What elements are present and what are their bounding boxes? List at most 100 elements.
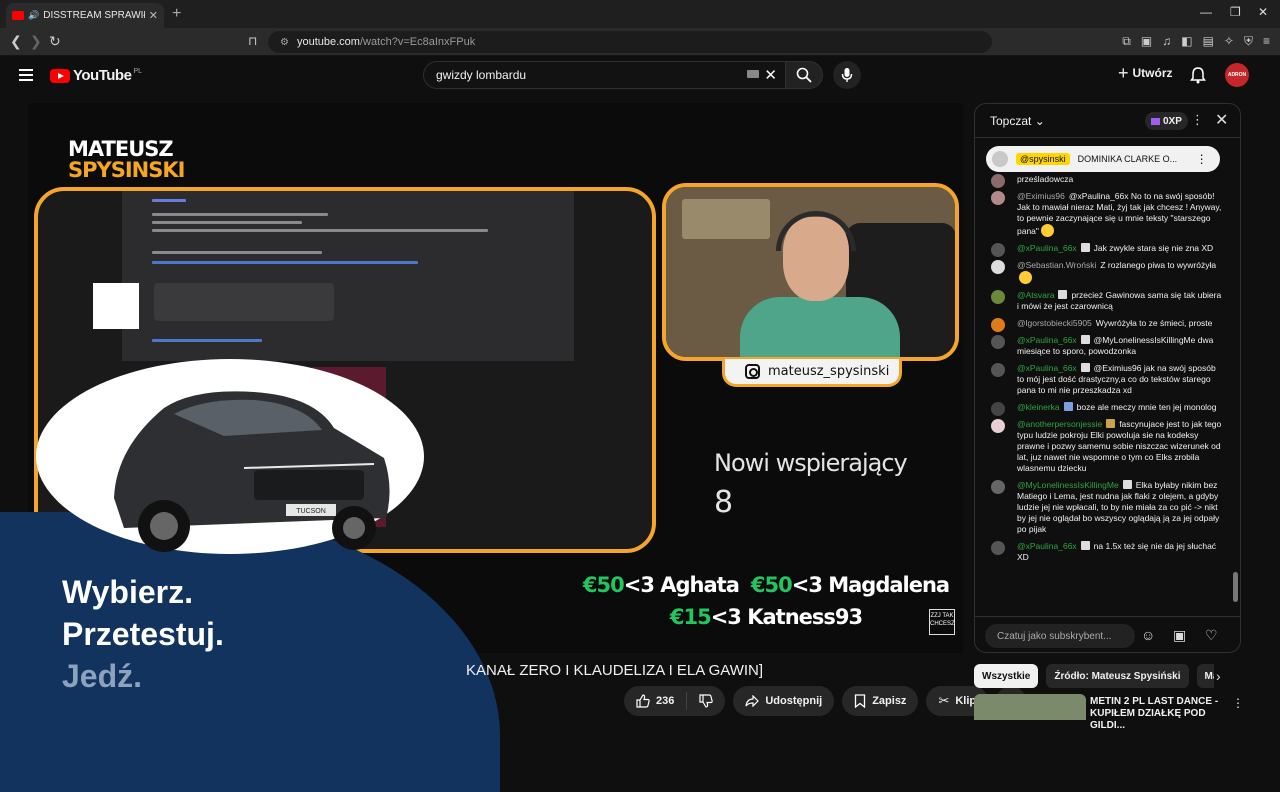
browser-tab[interactable]: 🔊 DISSTREAM SPRAWIŁ, ŻE JD ✕ [6, 3, 164, 28]
donation-amount: €15 [669, 605, 712, 629]
pinned-text: DOMINIKA CLARKE O... [1077, 154, 1178, 164]
chat-message: @xPaulina_66x Jak zwykle stara się nie zn… [975, 243, 1231, 257]
car-plate: TUCSON [296, 508, 326, 515]
pinned-message[interactable]: @spysinski DOMINIKA CLARKE O... ⋮ [986, 146, 1220, 172]
message-text: Wywróżyła to ze śmieci, proste [1095, 318, 1213, 328]
message-author[interactable]: @xPaulina_66x [1017, 335, 1077, 345]
more-options-icon[interactable]: ⋮ [1232, 696, 1244, 710]
back-icon[interactable]: ❮ [10, 33, 22, 50]
message-author[interactable]: @kleinerka [1017, 402, 1060, 412]
vpn-icon[interactable]: ⛨ [1244, 34, 1253, 49]
recommended-video[interactable]: METIN 2 PL LAST DANCE - KUPIŁEM DZIAŁKĘ … [974, 694, 1244, 731]
scrollbar-thumb[interactable] [1233, 572, 1238, 602]
account-avatar[interactable]: ADRON [1225, 63, 1249, 87]
guide-menu-icon[interactable] [19, 69, 33, 81]
url-host: youtube.com [296, 36, 360, 48]
message-author[interactable]: @Sebastian.Wroński [1017, 260, 1096, 270]
address-bar[interactable]: ⚙ youtube.com /watch?v=Ec8aInxFPuk [268, 31, 992, 53]
chat-mode-dropdown[interactable]: Topczat ⌄ [990, 114, 1045, 128]
extensions-icon[interactable]: ⧉ [1122, 34, 1131, 49]
new-tab-button[interactable]: + [172, 5, 181, 23]
chip-source[interactable]: Źródło: Mateusz Spysiński [1046, 664, 1189, 688]
instagram-handle-pill: mateusz_spysinski [722, 359, 902, 387]
member-badge-icon [1106, 419, 1116, 428]
youtube-favicon-icon [12, 11, 24, 20]
wallet-icon[interactable]: ▤ [1203, 34, 1214, 49]
browser-tab-bar: 🔊 DISSTREAM SPRAWIŁ, ŻE JD ✕ + — ❐ ✕ [0, 0, 1280, 28]
chat-input[interactable]: Czatuj jako subskrybent... [985, 624, 1135, 648]
chip-channel[interactable]: Mateusz [1196, 664, 1214, 688]
message-author[interactable]: @xPaulina_66x [1017, 541, 1077, 551]
video-thumbnail[interactable] [974, 694, 1086, 720]
avatar [991, 174, 1005, 188]
avatar [991, 402, 1005, 416]
message-text: Jak zwykle stara się nie zna XD [1093, 243, 1214, 253]
clip-label: Klip [955, 695, 977, 707]
minimize-icon[interactable]: — [1200, 5, 1212, 19]
thumbs-up-icon [636, 694, 650, 708]
video-actions: 236 Udostępnij Zapisz ✂ Klip ••• [624, 686, 1027, 716]
keyboard-icon[interactable] [747, 70, 759, 78]
share-button[interactable]: Udostępnij [733, 686, 835, 716]
avatar [991, 318, 1005, 332]
chat-message: @Atsvara przecież Gawinowa sama się tak u… [975, 290, 1231, 312]
save-button[interactable]: Zapisz [842, 686, 919, 716]
browser-toolbar: ❮ ❯ ↻ ⊓ ⚙ youtube.com /watch?v=Ec8aInxFP… [0, 28, 1280, 56]
save-icon [855, 694, 866, 708]
chevron-right-icon[interactable]: › [1216, 668, 1221, 684]
member-badge-icon [1122, 480, 1132, 489]
live-chat-panel: Topczat ⌄ 0XP ⋮ ✕ @spysinski DOMINIKA CL… [974, 103, 1241, 653]
search-button[interactable] [785, 61, 823, 89]
chat-title: Topczat [990, 114, 1032, 128]
youtube-logo[interactable]: YouTube PL [50, 67, 142, 84]
close-tab-icon[interactable]: ✕ [149, 9, 158, 22]
member-badge-icon [1080, 335, 1090, 344]
message-author[interactable]: @MyLonelinessIsKillingMe [1017, 480, 1119, 490]
message-author[interactable]: @Atsvara [1017, 290, 1054, 300]
chat-message: @Eximius96 @xPaulina_66x No to na swój sp… [975, 191, 1231, 237]
menu-icon[interactable]: ≡ [1263, 34, 1270, 49]
voice-search-button[interactable] [833, 61, 861, 89]
reload-icon[interactable]: ↻ [49, 33, 61, 50]
pinned-menu-icon[interactable]: ⋮ [1196, 152, 1208, 166]
music-icon[interactable]: ♫ [1162, 34, 1171, 49]
message-author[interactable]: @anotherpersonjessie [1017, 419, 1102, 429]
search-input[interactable]: gwizdy lombardu ✕ [423, 61, 785, 89]
logo-country: PL [133, 68, 142, 75]
message-author[interactable]: @xPaulina_66x [1017, 243, 1077, 253]
share-icon [745, 695, 760, 707]
heart-icon[interactable]: ♡ [1205, 627, 1218, 644]
bookmark-icon[interactable]: ⊓ [248, 34, 257, 48]
forward-icon[interactable]: ❯ [30, 33, 42, 50]
like-button[interactable]: 236 [624, 692, 688, 710]
xp-badge[interactable]: 0XP [1145, 112, 1188, 130]
close-window-icon[interactable]: ✕ [1258, 5, 1268, 19]
donations-list: €50<3 Aghata €50<3 Magdalena €15<3 Katne… [576, 573, 956, 637]
site-info-icon[interactable]: ⚙ [280, 37, 289, 48]
sidebar-icon[interactable]: ◧ [1181, 34, 1192, 49]
logo-text: YouTube [73, 67, 132, 84]
message-author[interactable]: @Eximius96 [1017, 191, 1065, 201]
message-author[interactable]: @lgorstobiecki5905 [1017, 318, 1092, 328]
recommended-title[interactable]: METIN 2 PL LAST DANCE - KUPIŁEM DZIAŁKĘ … [1090, 696, 1230, 732]
close-chat-icon[interactable]: ✕ [1215, 110, 1228, 130]
leo-icon[interactable]: ✧ [1224, 34, 1234, 49]
chat-message: @xPaulina_66x @Eximius96 jak na swój spos… [975, 363, 1231, 396]
chat-scrollbar[interactable] [1233, 144, 1238, 609]
speaker-icon[interactable]: 🔊 [28, 10, 39, 21]
emoji-picker-icon[interactable]: ☺ [1141, 627, 1155, 643]
member-badge-icon [1080, 541, 1090, 550]
webcam-frame [662, 183, 959, 361]
message-author[interactable]: @xPaulina_66x [1017, 363, 1077, 373]
notifications-button[interactable] [1190, 66, 1206, 89]
create-button[interactable]: + Utwórz [1118, 64, 1173, 82]
super-chat-icon[interactable]: ▣ [1173, 627, 1186, 644]
chip-all[interactable]: Wszystkie [974, 664, 1039, 688]
maximize-icon[interactable]: ❐ [1230, 5, 1241, 19]
chat-menu-icon[interactable]: ⋮ [1191, 112, 1204, 128]
screenshot-icon[interactable]: ▣ [1141, 34, 1152, 49]
discord-message-screenshot [122, 191, 574, 361]
avatar [991, 191, 1005, 205]
dislike-button[interactable] [687, 694, 725, 708]
clear-search-icon[interactable]: ✕ [764, 66, 777, 84]
